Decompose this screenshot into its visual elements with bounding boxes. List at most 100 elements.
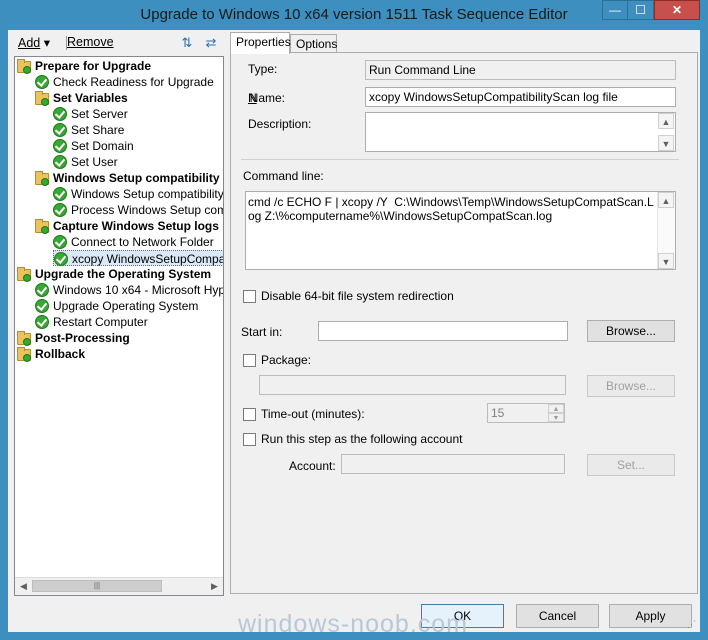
check-icon — [35, 75, 49, 89]
tree-item-label: Upgrade Operating System — [53, 299, 199, 313]
tree-step[interactable]: Upgrade Operating System — [35, 298, 198, 314]
move-step-icon[interactable]: ⇄ — [202, 34, 220, 52]
check-icon — [53, 187, 67, 201]
tree-item-label: Restart Computer — [53, 315, 148, 329]
move-up-down-icon[interactable]: ⇅ — [178, 34, 196, 52]
minimize-button[interactable]: — — [602, 0, 628, 20]
tab-properties[interactable]: Properties — [230, 32, 291, 54]
name-label: NName: — [248, 91, 286, 105]
check-icon — [53, 107, 67, 121]
command-line-scrollbar[interactable]: ▲ ▼ — [657, 192, 675, 269]
tab-options[interactable]: Options — [290, 34, 337, 53]
properties-panel: Type: Run Command Line NName: xcopy Wind… — [230, 52, 698, 594]
command-line-textarea[interactable]: cmd /c ECHO F | xcopy /Y C:\Windows\Temp… — [245, 191, 676, 270]
check-icon — [53, 139, 67, 153]
package-checkbox[interactable] — [243, 354, 256, 367]
folder-icon — [35, 171, 49, 186]
command-scroll-down-icon[interactable]: ▼ — [658, 253, 674, 269]
tree-step[interactable]: Set Share — [53, 122, 124, 138]
tree-step[interactable]: Windows Setup compatibility sc — [53, 186, 224, 202]
add-dropdown-arrow: ▾ — [43, 36, 51, 50]
client-area: Add ▾ Remove ⇅ ⇄ Prepare for Upgrade Chec… — [8, 30, 700, 632]
command-line-text: cmd /c ECHO F | xcopy /Y C:\Windows\Temp… — [248, 195, 654, 223]
maximize-button[interactable]: ☐ — [628, 0, 654, 20]
tree-item-label: Windows Setup compatibility sc — [71, 187, 224, 201]
check-icon — [53, 123, 67, 137]
folder-icon — [17, 267, 31, 282]
title-bar[interactable]: Upgrade to Windows 10 x64 version 1511 T… — [0, 0, 708, 30]
task-sequence-tree[interactable]: Prepare for Upgrade Check Readiness for U… — [14, 56, 224, 596]
apply-button[interactable]: Apply — [609, 604, 692, 628]
scroll-right-icon[interactable]: ▶ — [206, 578, 223, 595]
tree-horizontal-scrollbar[interactable]: ◀ ||| ▶ — [15, 577, 223, 595]
remove-label: Remove — [67, 35, 114, 49]
type-label: Type: — [248, 62, 278, 76]
name-input[interactable]: xcopy WindowsSetupCompatibilityScan log … — [365, 87, 676, 107]
folder-icon — [17, 347, 31, 362]
check-icon — [35, 299, 49, 313]
tree-item-label: Rollback — [35, 347, 86, 361]
timeout-value: 15 — [491, 406, 505, 420]
tree-group[interactable]: Prepare for Upgrade — [17, 58, 151, 74]
add-menu-button[interactable]: Add ▾ — [18, 35, 50, 50]
tree-item-label: Connect to Network Folder — [71, 235, 214, 249]
resize-grip-icon[interactable]: ⋰ — [687, 619, 696, 630]
timeout-checkbox[interactable] — [243, 408, 256, 421]
tree-step[interactable]: Set Domain — [53, 138, 134, 154]
tree-group[interactable]: Post-Processing — [17, 330, 130, 346]
close-button[interactable]: ✕ — [654, 0, 700, 20]
tree-item-label: xcopy WindowsSetupCompatibi — [72, 252, 224, 266]
timeout-spin-buttons: ▲ ▼ — [548, 404, 564, 422]
package-input — [259, 375, 566, 395]
tree-group[interactable]: Upgrade the Operating System — [17, 266, 211, 282]
tree-step[interactable]: xcopy WindowsSetupCompatibi — [53, 250, 224, 266]
timeout-label: Time-out (minutes): — [261, 407, 365, 421]
command-scroll-up-icon[interactable]: ▲ — [658, 192, 674, 208]
tree-group[interactable]: Rollback — [17, 346, 85, 362]
check-icon — [54, 252, 68, 266]
cancel-button[interactable]: Cancel — [516, 604, 599, 628]
folder-icon — [35, 91, 49, 106]
tree-step[interactable]: Check Readiness for Upgrade — [35, 74, 214, 90]
folder-icon — [35, 219, 49, 234]
tree-item-label: Prepare for Upgrade — [35, 59, 152, 73]
description-textarea[interactable] — [365, 112, 676, 152]
description-scroll-down-icon[interactable]: ▼ — [658, 135, 674, 151]
tree-item-label: Set User — [71, 155, 118, 169]
scroll-left-icon[interactable]: ◀ — [15, 578, 32, 595]
task-sequence-editor-window: Upgrade to Windows 10 x64 version 1511 T… — [0, 0, 708, 640]
run-as-account-checkbox[interactable] — [243, 433, 256, 446]
account-label: Account: — [289, 459, 336, 473]
tree-item-label: Set Variables — [53, 91, 128, 105]
tree-step[interactable]: Restart Computer — [35, 314, 148, 330]
browse-start-in-button[interactable]: Browse... — [587, 320, 675, 342]
tree-item-label: Set Server — [71, 107, 128, 121]
check-icon — [53, 235, 67, 249]
disable-64bit-checkbox[interactable] — [243, 290, 256, 303]
package-label: Package: — [261, 353, 312, 367]
tree-step[interactable]: Process Windows Setup compa — [53, 202, 224, 218]
tree-item-label: Windows Setup compatibility s — [53, 171, 224, 185]
remove-button[interactable]: Remove — [67, 35, 114, 49]
separator — [241, 159, 679, 160]
tree-group[interactable]: Windows Setup compatibility s — [35, 170, 224, 186]
tree-item-label: Set Share — [71, 123, 125, 137]
tree-item-label: Process Windows Setup compa — [71, 203, 224, 217]
description-label: Description: — [248, 117, 312, 131]
tree-item-label: Upgrade the Operating System — [35, 267, 212, 281]
tree-item-label: Capture Windows Setup logs — [53, 219, 219, 233]
description-scroll-up-icon[interactable]: ▲ — [658, 113, 674, 129]
tree-step[interactable]: Connect to Network Folder — [53, 234, 214, 250]
scroll-thumb[interactable]: ||| — [32, 580, 162, 592]
tree-step[interactable]: Windows 10 x64 - Microsoft HyperV — [35, 282, 224, 298]
tree-group[interactable]: Capture Windows Setup logs — [35, 218, 219, 234]
tree-step[interactable]: Set Server — [53, 106, 128, 122]
start-in-input[interactable] — [318, 321, 568, 341]
tree-step[interactable]: Set User — [53, 154, 118, 170]
tree-group[interactable]: Set Variables — [35, 90, 128, 106]
tree-item-label: Windows 10 x64 - Microsoft HyperV — [53, 283, 224, 297]
watermark: windows-noob.com — [238, 610, 468, 638]
check-icon — [35, 315, 49, 329]
description-scrollbar[interactable]: ▲ ▼ — [658, 113, 675, 151]
add-label: Add — [18, 36, 41, 50]
